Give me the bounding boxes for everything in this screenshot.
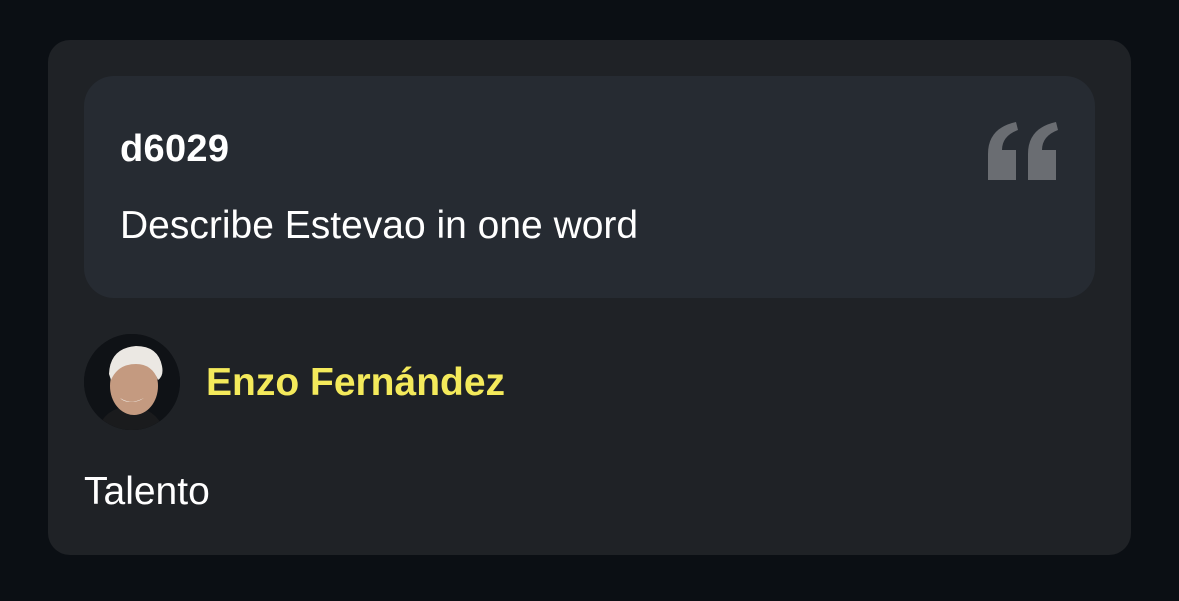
answerer-row: Enzo Fernández — [84, 334, 505, 430]
answer-text: Talento — [84, 470, 210, 513]
avatar[interactable] — [84, 334, 180, 430]
quote-icon — [988, 122, 1058, 180]
question-box: d6029 Describe Estevao in one word — [84, 76, 1095, 298]
answerer-name[interactable]: Enzo Fernández — [206, 363, 505, 402]
asker-username: d6029 — [120, 128, 230, 170]
qa-card: d6029 Describe Estevao in one word Enzo … — [48, 40, 1131, 555]
question-text: Describe Estevao in one word — [120, 204, 639, 247]
